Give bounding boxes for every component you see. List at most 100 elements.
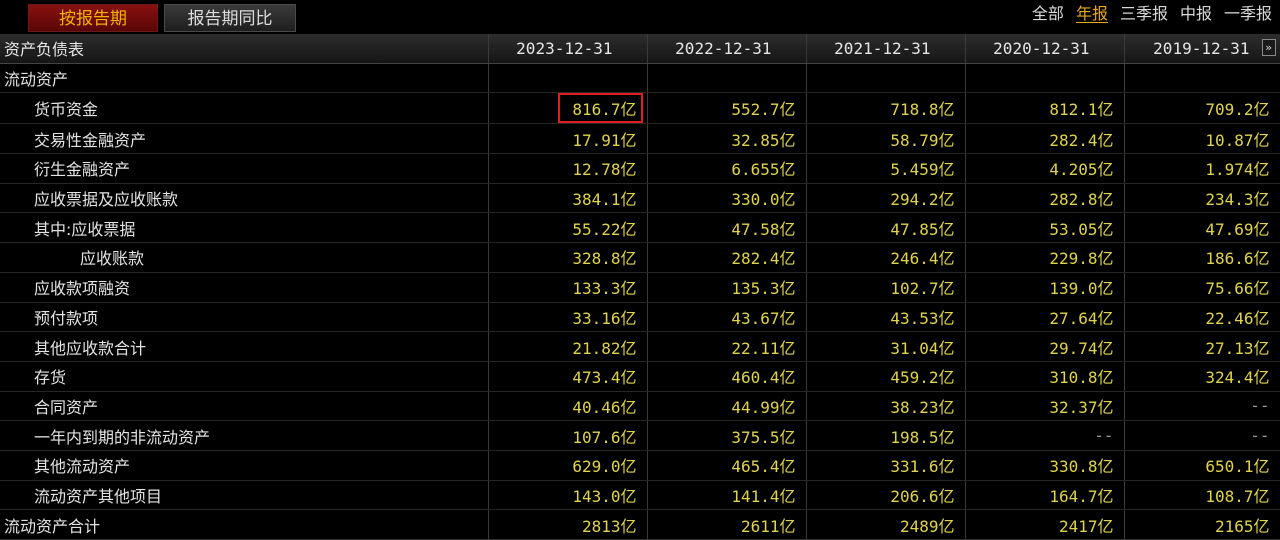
value-cell: 108.7亿 (1124, 480, 1280, 511)
value-cell: 384.1亿 (488, 183, 648, 214)
cell-number: 43.53 (890, 308, 939, 328)
unit-label: 亿 (620, 308, 637, 328)
cell-value: 282.4亿 (731, 249, 795, 268)
value-cell: 650.1亿 (1124, 450, 1280, 481)
unit-label: 亿 (938, 219, 955, 239)
unit-label: 亿 (1097, 457, 1114, 477)
value-cell: 38.23亿 (806, 391, 966, 422)
cell-number: 331.6 (890, 457, 939, 477)
unit-label: 亿 (1253, 486, 1270, 506)
cell-number: 141.4 (731, 486, 780, 506)
row-label: 应收账款 (0, 242, 489, 273)
unit-label: 亿 (938, 160, 955, 180)
value-cell: 2611亿 (647, 509, 807, 540)
cell-value: 709.2亿 (1205, 100, 1269, 119)
table-row[interactable]: 其他流动资产 629.0亿 465.4亿 331.6亿 330.8亿 650.1亿 (0, 450, 1280, 481)
cell-number: 465.4 (731, 457, 780, 477)
cell-number: 2165 (1214, 516, 1254, 536)
value-cell: 12.78亿 (488, 153, 648, 184)
table-row[interactable]: 交易性金融资产 17.91亿 32.85亿 58.79亿 282.4亿 10.87亿 (0, 123, 1280, 155)
row-label: 合同资产 (0, 391, 489, 422)
period-header[interactable]: 2021-12-31 (806, 34, 966, 64)
unit-label: 亿 (620, 100, 637, 120)
balance-sheet-table: 资产负债表 2023-12-31 2022-12-31 2021-12-31 2… (0, 34, 1280, 540)
value-cell: 460.4亿 (647, 361, 807, 392)
period-header[interactable]: 2022-12-31 (647, 34, 807, 64)
cell-value: 53.05亿 (1049, 220, 1113, 239)
value-cell: 459.2亿 (806, 361, 966, 392)
table-row[interactable]: 应收账款 328.8亿 282.4亿 246.4亿 229.8亿 186.6亿 (0, 242, 1280, 273)
highlighted-cell-value: 816.7亿 (558, 93, 643, 123)
cell-value: 294.2亿 (890, 190, 954, 209)
table-row[interactable]: 应收票据及应收账款 384.1亿 330.0亿 294.2亿 282.8亿 234.3亿 (0, 183, 1280, 214)
unit-label: 亿 (779, 308, 796, 328)
cell-value: 5.459亿 (890, 160, 954, 179)
cell-number: 6.655 (731, 160, 780, 180)
unit-label: 亿 (779, 249, 796, 269)
cell-number: 718.8 (890, 100, 939, 120)
cell-number: 47.85 (890, 219, 939, 239)
table-row[interactable]: 流动资产其他项目 143.0亿 141.4亿 206.6亿 164.7亿 108.7亿 (0, 480, 1280, 511)
table-row[interactable]: 其他应收款合计 21.82亿 22.11亿 31.04亿 29.74亿 27.13亿 (0, 331, 1280, 362)
double-chevron-right-icon[interactable]: » (1261, 39, 1276, 56)
filter-option[interactable]: 年报 (1070, 2, 1114, 26)
cell-value: 186.6亿 (1205, 249, 1269, 268)
cell-number: 40.46 (572, 397, 621, 417)
value-cell: 629.0亿 (488, 450, 648, 481)
tab-by-report-period[interactable]: 按报告期 (28, 4, 158, 32)
filter-option[interactable]: 中报 (1174, 2, 1218, 26)
table-row[interactable]: 货币资金 816.7亿 552.7亿 718.8亿 812.1亿 709.2亿 (0, 92, 1280, 125)
value-cell: 2813亿 (488, 509, 648, 540)
period-header[interactable]: 2023-12-31 (488, 34, 648, 64)
cell-number: 22.11 (731, 338, 780, 358)
table-row[interactable]: 合同资产 40.46亿 44.99亿 38.23亿 32.37亿 -- (0, 391, 1280, 422)
table-row[interactable]: 衍生金融资产 12.78亿 6.655亿 5.459亿 4.205亿 1.974亿 (0, 153, 1280, 184)
unit-label: 亿 (779, 486, 796, 506)
unit-label: 亿 (620, 190, 637, 210)
value-cell (1124, 63, 1280, 94)
unit-label: 亿 (620, 368, 637, 388)
table-row[interactable]: 存货 473.4亿 460.4亿 459.2亿 310.8亿 324.4亿 (0, 361, 1280, 392)
total-row[interactable]: 流动资产合计 2813亿 2611亿 2489亿 2417亿 2165亿 (0, 509, 1280, 540)
period-header[interactable]: 2019-12-31 » (1124, 34, 1280, 64)
cell-value: 44.99亿 (731, 398, 795, 417)
value-cell: 58.79亿 (806, 123, 966, 155)
filter-option[interactable]: 全部 (1026, 2, 1070, 26)
cell-value: 47.58亿 (731, 220, 795, 239)
value-cell: 139.0亿 (965, 272, 1125, 303)
unit-label: 亿 (1253, 190, 1270, 210)
filter-option[interactable]: 一季报 (1218, 2, 1278, 26)
value-cell: 324.4亿 (1124, 361, 1280, 392)
cell-value: 33.16亿 (572, 309, 636, 328)
row-label: 应收款项融资 (0, 272, 489, 303)
cell-number: 629.0 (572, 457, 621, 477)
unit-label: 亿 (779, 219, 796, 239)
value-cell: -- (965, 420, 1125, 451)
cell-value: 465.4亿 (731, 457, 795, 476)
value-cell: 4.205亿 (965, 153, 1125, 184)
unit-label: 亿 (1253, 279, 1270, 299)
unit-label: 亿 (938, 368, 955, 388)
cell-value: 32.37亿 (1049, 398, 1113, 417)
cell-value: 10.87亿 (1205, 131, 1269, 150)
cell-value: -- (1250, 396, 1269, 415)
cell-number: 32.37 (1049, 397, 1098, 417)
unit-label: 亿 (938, 338, 955, 358)
value-cell: 186.6亿 (1124, 242, 1280, 273)
cell-number: 22.46 (1205, 308, 1254, 328)
unit-label: 亿 (779, 516, 796, 536)
unit-label: 亿 (1253, 516, 1270, 536)
unit-label: 亿 (1097, 130, 1114, 150)
table-row[interactable]: 其中:应收票据 55.22亿 47.58亿 47.85亿 53.05亿 47.69亿 (0, 212, 1280, 244)
period-header[interactable]: 2020-12-31 (965, 34, 1125, 64)
filter-option[interactable]: 三季报 (1114, 2, 1174, 26)
table-row[interactable]: 应收款项融资 133.3亿 135.3亿 102.7亿 139.0亿 75.66亿 (0, 272, 1280, 303)
unit-label: 亿 (620, 338, 637, 358)
tab-report-period-yoy[interactable]: 报告期同比 (164, 4, 296, 32)
table-header-row: 资产负债表 2023-12-31 2022-12-31 2021-12-31 2… (0, 34, 1280, 64)
table-row[interactable]: 预付款项 33.16亿 43.67亿 43.53亿 27.64亿 22.46亿 (0, 302, 1280, 333)
table-row[interactable]: 一年内到期的非流动资产 107.6亿 375.5亿 198.5亿 -- -- (0, 420, 1280, 451)
row-label: 存货 (0, 361, 489, 392)
section-row[interactable]: 流动资产 (0, 63, 1280, 94)
cell-number: 143.0 (572, 486, 621, 506)
